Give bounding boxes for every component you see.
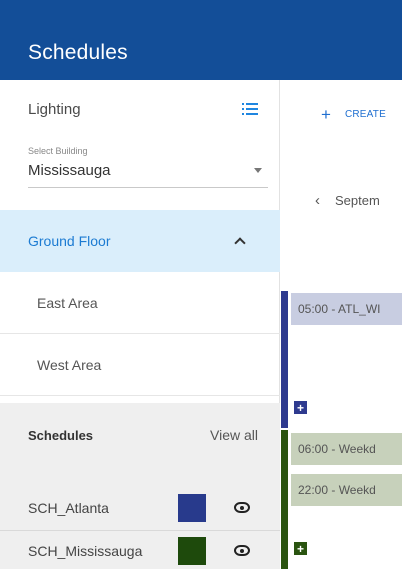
view-all-link[interactable]: View all — [210, 427, 258, 443]
calendar-day: 05:00 - ATL_WI + — [281, 291, 402, 428]
chevron-left-icon[interactable]: ‹ — [315, 192, 320, 209]
add-square-icon[interactable]: + — [294, 542, 307, 555]
plus-icon: + — [321, 105, 331, 124]
chevron-down-icon — [254, 168, 262, 173]
calendar-event[interactable]: 22:00 - Weekd — [291, 474, 402, 506]
select-caption: Select Building — [28, 146, 88, 156]
section-label: Lighting — [28, 100, 81, 118]
area-item-east[interactable]: East Area — [0, 272, 280, 334]
schedule-bar — [281, 291, 288, 428]
area-item-west[interactable]: West Area — [0, 334, 280, 396]
schedule-item[interactable]: SCH_Atlanta — [0, 488, 280, 528]
sidebar: Lighting Select Building Mississauga Gro… — [0, 80, 280, 569]
schedules-header: Schedules View all — [28, 427, 258, 443]
area-label: West Area — [37, 356, 102, 373]
add-square-icon[interactable]: + — [294, 401, 307, 414]
schedule-name: SCH_Mississauga — [28, 542, 143, 559]
building-select[interactable]: Select Building Mississauga — [28, 146, 268, 188]
month-navigator: ‹ Septem — [315, 192, 380, 209]
select-value: Mississauga — [28, 162, 111, 179]
calendar-panel: + CREATE ‹ Septem 05:00 - ATL_WI + 06:00… — [281, 80, 402, 569]
floor-label: Ground Floor — [28, 233, 111, 249]
schedule-name: SCH_Atlanta — [28, 500, 109, 516]
calendar-day: 06:00 - Weekd 22:00 - Weekd + — [281, 430, 402, 569]
eye-icon[interactable] — [234, 545, 250, 556]
month-label: Septem — [335, 193, 380, 208]
area-label: East Area — [37, 294, 98, 311]
schedule-color-swatch[interactable] — [178, 494, 206, 522]
schedules-title: Schedules — [28, 427, 94, 443]
schedule-bar — [281, 430, 288, 569]
list-icon[interactable] — [242, 103, 258, 115]
calendar-event[interactable]: 05:00 - ATL_WI — [291, 293, 402, 325]
floor-item-ground-floor[interactable]: Ground Floor — [0, 210, 280, 272]
app-header: Schedules — [0, 0, 402, 80]
schedule-color-swatch[interactable] — [178, 537, 206, 565]
eye-icon[interactable] — [234, 502, 250, 513]
chevron-up-icon[interactable] — [234, 237, 246, 249]
page-title: Schedules — [28, 41, 128, 64]
create-label: CREATE — [344, 109, 386, 120]
lighting-row: Lighting — [0, 80, 280, 138]
create-button[interactable]: + CREATE — [321, 106, 386, 123]
calendar-event[interactable]: 06:00 - Weekd — [291, 433, 402, 465]
schedules-panel: Schedules View all SCH_Atlanta SCH_Missi… — [0, 403, 280, 569]
schedule-item[interactable]: SCH_Mississauga — [0, 530, 280, 569]
